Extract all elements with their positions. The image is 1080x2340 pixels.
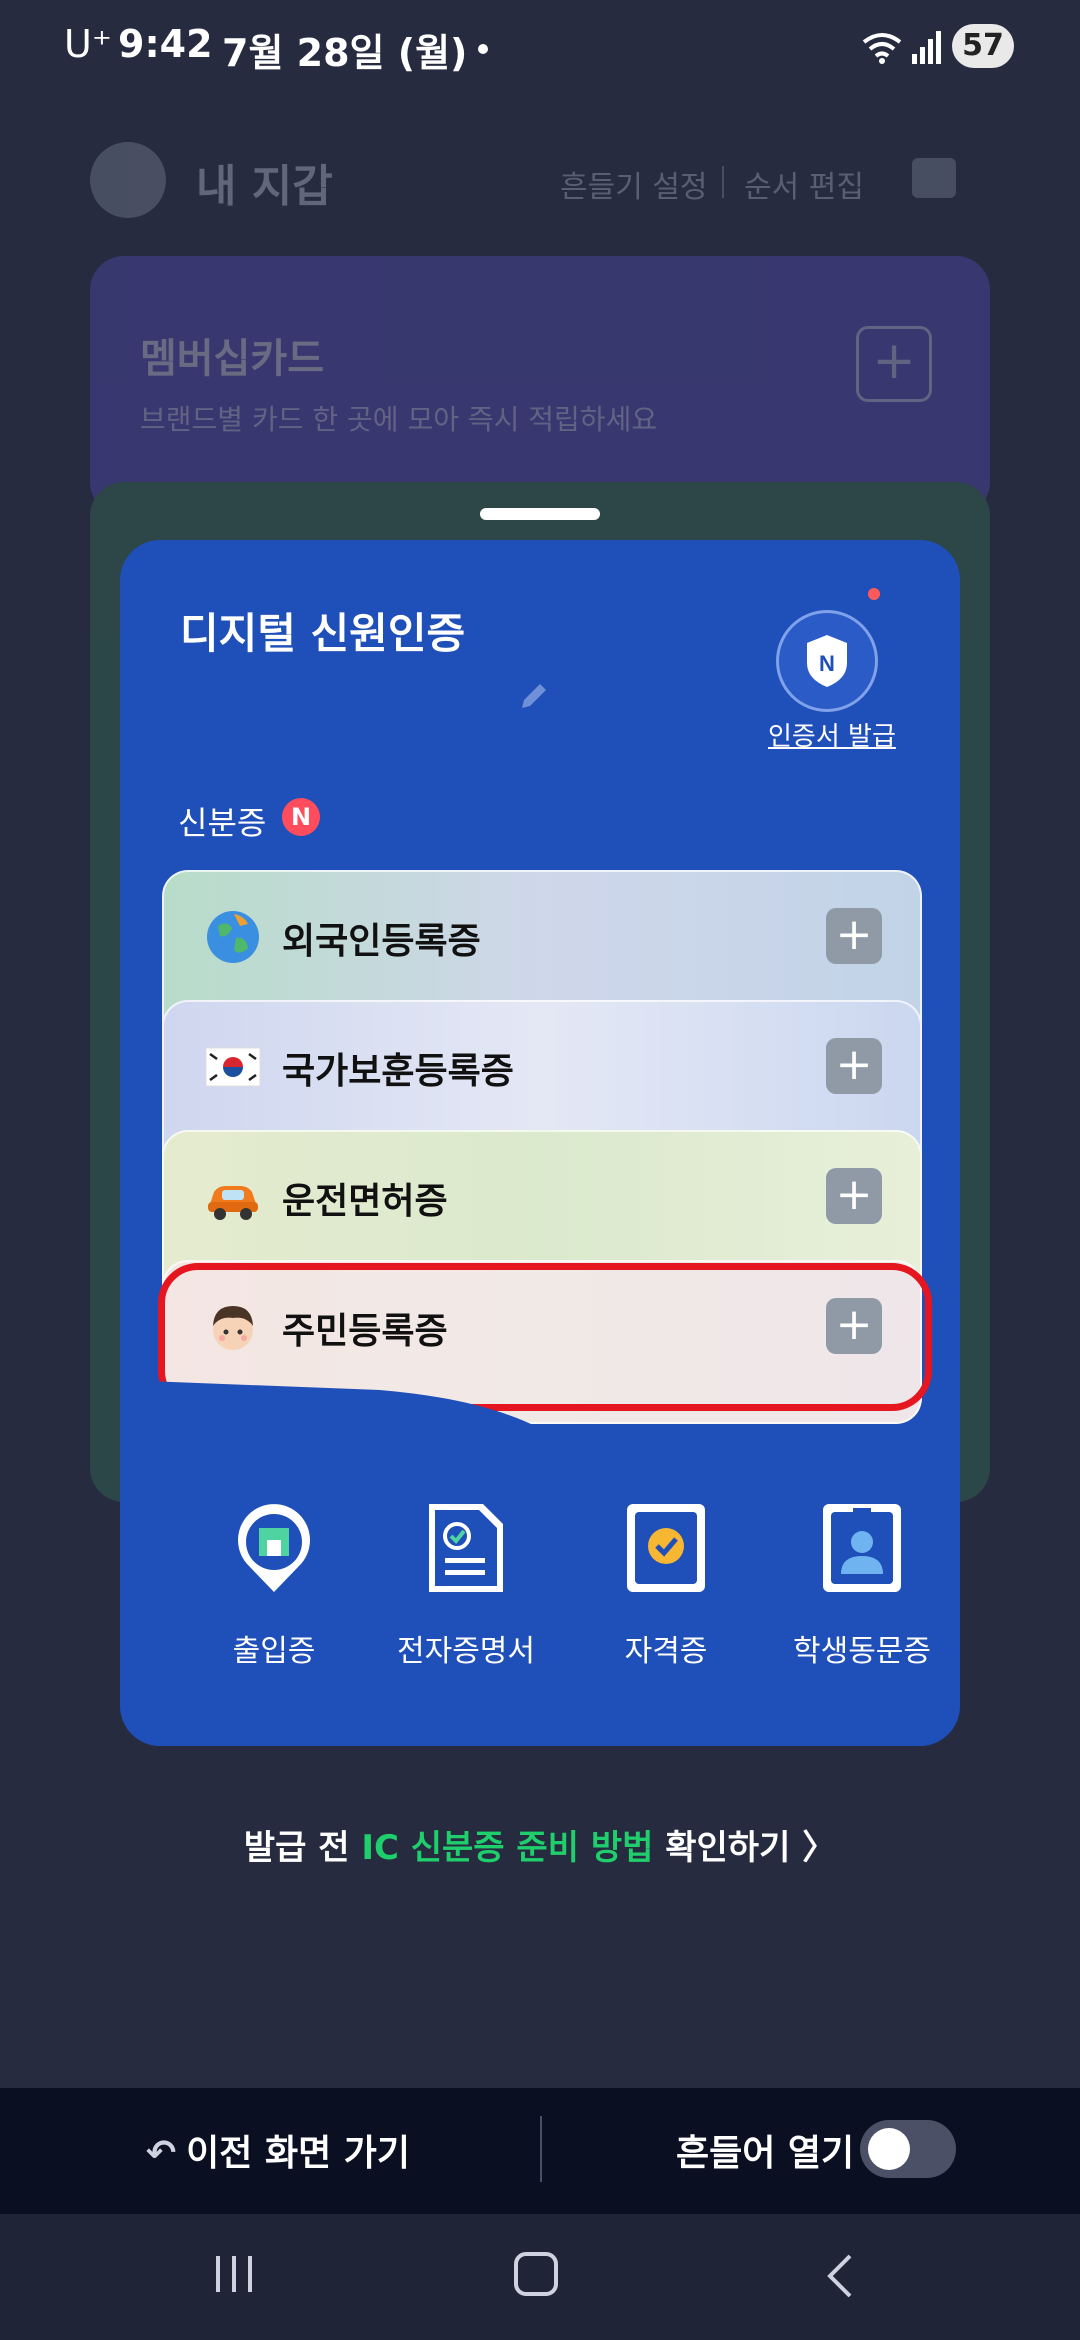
id-section-label: 신분증 [178, 804, 267, 842]
shield-icon: N [807, 635, 847, 687]
quick-label: 자격증 [624, 1634, 708, 1669]
back-to-previous-button[interactable]: ↶ 이전 화면 가기 [146, 2124, 410, 2176]
membership-add-button[interactable]: + [856, 326, 932, 402]
avatar[interactable] [90, 142, 166, 218]
quick-student-alumni[interactable]: 학생동문증 [772, 1500, 952, 1670]
pencil-icon[interactable] [516, 680, 550, 714]
quick-label: 출입증 [232, 1634, 316, 1669]
certificate-button[interactable]: N [776, 610, 878, 712]
notification-dot-icon [478, 44, 488, 54]
home-icon[interactable] [514, 2252, 558, 2296]
quick-label: 학생동문증 [793, 1634, 931, 1669]
header-divider [722, 166, 724, 198]
guide-suffix: 확인하기 [653, 1828, 803, 1868]
status-bar: U⁺ 9:42 7월 28일 (월) 57 [0, 0, 1080, 100]
toggle-knob [868, 2128, 910, 2170]
membership-description: 브랜드별 카드 한 곳에 모아 즉시 적립하세요 [140, 403, 658, 436]
carrier-label: U⁺ [64, 22, 112, 66]
drag-handle[interactable] [480, 508, 600, 520]
bar-divider [540, 2116, 542, 2182]
alert-dot [868, 588, 880, 600]
digital-id-title: 디지털 신원인증 [180, 609, 466, 658]
wallet-card-icon[interactable] [912, 158, 956, 198]
system-nav-bar [0, 2214, 1080, 2340]
add-button[interactable]: + [826, 1038, 882, 1094]
digital-id-card: 디지털 신원인증 N 인증서 발급 신분증 N 외국인등록증 + 국가보훈등록증… [120, 540, 960, 1746]
id-card-label: 국가보훈등록증 [282, 1051, 514, 1092]
id-card-label: 외국인등록증 [282, 921, 481, 962]
quick-access-pass[interactable]: 출입증 [184, 1500, 364, 1670]
back-label: 이전 화면 가기 [186, 2133, 410, 2174]
id-card-label: 운전면허증 [282, 1181, 448, 1222]
recents-icon[interactable] [214, 2254, 254, 2294]
wifi-icon [862, 33, 902, 64]
certificate-issue-link[interactable]: 인증서 발급 [768, 716, 896, 753]
car-icon [208, 1186, 258, 1220]
globe-icon [207, 911, 259, 963]
wallet-title: 내 지갑 [196, 161, 333, 212]
order-edit-link[interactable]: 순서 편집 [744, 162, 864, 206]
undo-arrow-icon: ↶ [146, 2133, 177, 2174]
quick-label: 전자증명서 [397, 1634, 535, 1669]
building-pin-icon [238, 1504, 310, 1592]
status-time: 9:42 [118, 22, 213, 66]
bottom-action-bar: ↶ 이전 화면 가기 흔들어 열기 [0, 2088, 1080, 2214]
korea-flag-icon [205, 1047, 261, 1087]
shake-open-toggle[interactable] [860, 2120, 956, 2178]
guide-prefix: 발급 전 [243, 1828, 362, 1868]
shake-open-label: 흔들어 열기 [676, 2133, 855, 2174]
guide-highlight: IC 신분증 준비 방법 [361, 1828, 654, 1868]
membership-card[interactable] [90, 256, 990, 516]
add-button[interactable]: + [826, 1298, 882, 1354]
quick-qualification[interactable]: 자격증 [576, 1500, 756, 1670]
card-wave-divider [120, 1380, 960, 1500]
back-icon[interactable] [824, 2252, 854, 2300]
svg-text:N: N [819, 651, 835, 676]
add-button[interactable]: + [826, 908, 882, 964]
id-card-label: 주민등록증 [282, 1311, 448, 1352]
battery-indicator: 57 [952, 24, 1014, 68]
membership-title: 멤버십카드 [140, 336, 324, 382]
shake-setting-link[interactable]: 흔들기 설정 [560, 162, 708, 206]
status-date: 7월 28일 (월) [222, 31, 468, 75]
person-face-icon [213, 1306, 253, 1350]
chevron-right-icon: 〉 [802, 1828, 837, 1868]
quick-electronic-certificate[interactable]: 전자증명서 [376, 1500, 556, 1670]
add-button[interactable]: + [826, 1168, 882, 1224]
document-check-icon [429, 1504, 503, 1592]
ic-guide-link[interactable]: 발급 전 IC 신분증 준비 방법 확인하기 〉 [0, 1820, 1080, 1869]
signal-icon [912, 31, 941, 64]
student-id-icon [823, 1504, 901, 1592]
new-badge: N [282, 798, 320, 836]
badge-certificate-icon [627, 1504, 705, 1592]
